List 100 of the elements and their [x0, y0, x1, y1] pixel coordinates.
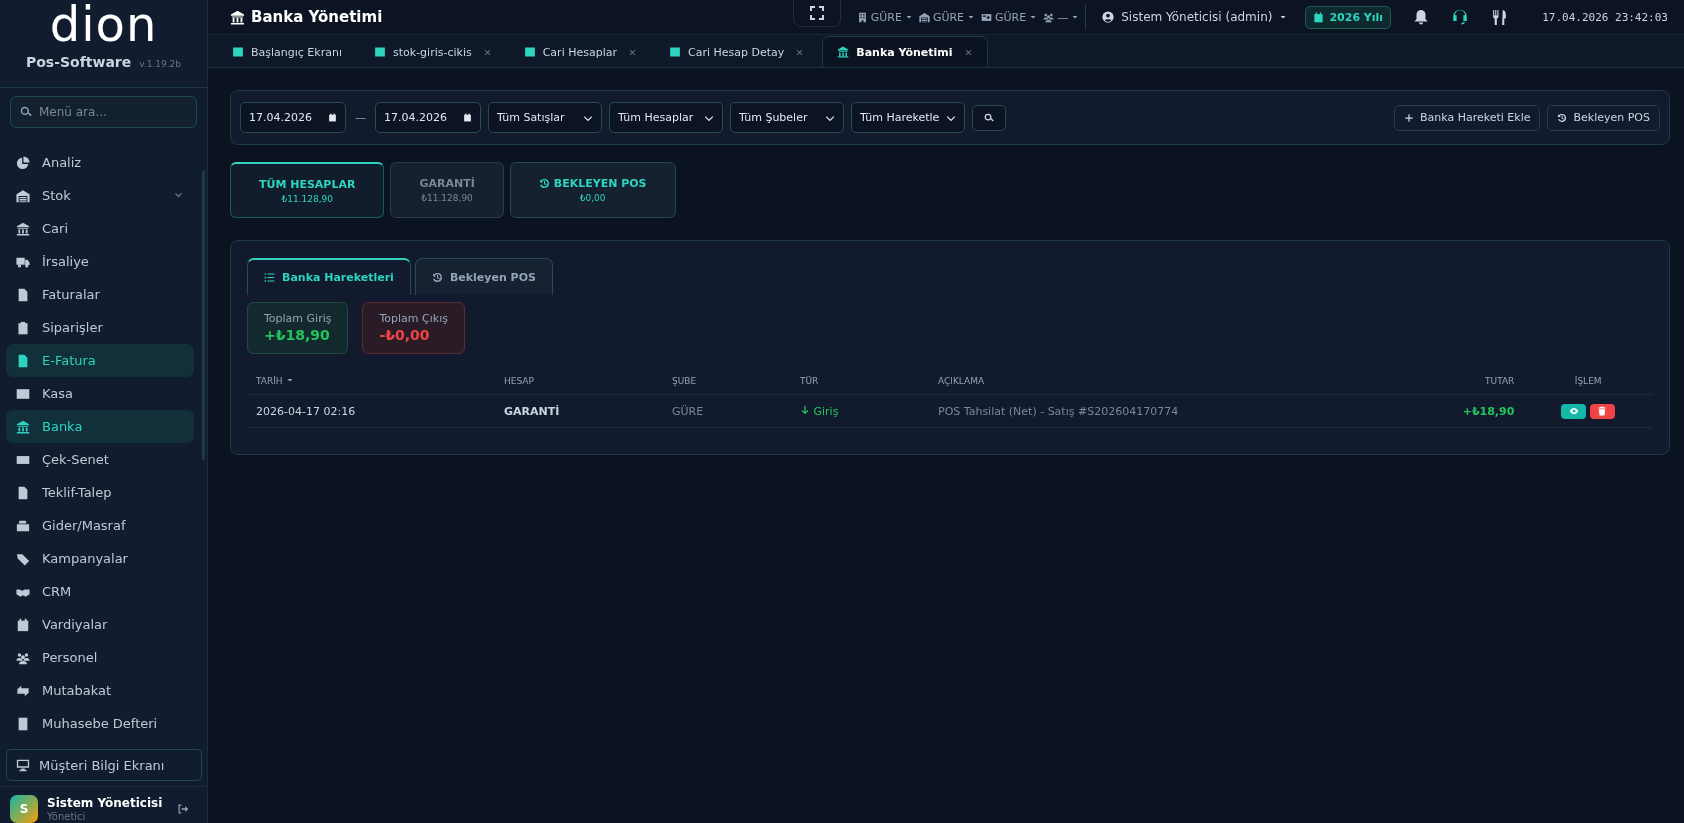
window-icon: [232, 46, 244, 58]
view-button[interactable]: [1561, 403, 1587, 419]
history-icon: [431, 271, 443, 283]
eye-icon: [1568, 406, 1579, 416]
tab[interactable]: Cari Hesap Detay: [655, 37, 819, 67]
headset-icon: [1451, 8, 1470, 26]
account-card[interactable]: GARANTİ ₺11.128,90: [390, 162, 504, 218]
version-label: v.1.19.2b: [139, 59, 182, 69]
table-cell: Giriş: [791, 394, 929, 428]
utensils-icon: [1491, 8, 1509, 26]
user-menu[interactable]: Sistem Yöneticisi (admin): [1096, 9, 1294, 25]
caret-down-icon: [1279, 13, 1288, 21]
account-balance: ₺0,00: [579, 193, 606, 203]
calendar-icon: [328, 113, 337, 122]
sidebar-item[interactable]: Siparişler: [6, 311, 194, 344]
account-card[interactable]: TÜM HESAPLAR ₺11.128,90: [230, 162, 385, 218]
branch-selector[interactable]: GÜRE: [856, 10, 913, 24]
sidebar-item[interactable]: Vardiyalar: [6, 608, 194, 641]
logo: dion: [49, 0, 158, 52]
sidebar-item[interactable]: Muhasebe Defteri: [6, 707, 194, 740]
branch-selector[interactable]: GÜRE: [918, 10, 976, 24]
bank-icon: [16, 419, 30, 434]
sidebar-item[interactable]: Mutabakat: [6, 674, 194, 707]
year-button[interactable]: 2026 Yılı: [1305, 5, 1392, 29]
sidebar-item[interactable]: Stok: [6, 179, 194, 212]
plus-icon: [1403, 112, 1414, 123]
total-value: +₺18,90: [264, 327, 331, 343]
sidebar-item[interactable]: CRM: [6, 575, 194, 608]
caret-down-icon: [904, 13, 913, 21]
sidebar-item[interactable]: Kasa: [6, 377, 194, 410]
tab[interactable]: Cari Hesaplar: [509, 37, 651, 67]
table-cell: 2026-04-17 02:16: [247, 394, 495, 428]
column-header: TUTAR: [1485, 376, 1515, 386]
calendar-icon: [16, 617, 30, 632]
window-icon: [374, 46, 386, 58]
monitor-icon: [16, 758, 30, 772]
user-avatar: S: [10, 795, 38, 823]
warehouse-icon: [16, 188, 30, 203]
sidebar-item[interactable]: Faturalar: [6, 278, 194, 311]
sidebar-item[interactable]: Banka: [6, 410, 194, 443]
user-name: Sistem Yöneticisi: [47, 796, 164, 810]
filter-dropdown[interactable]: Tüm Hareketle: [851, 102, 965, 133]
bank-icon: [230, 9, 245, 25]
bank-icon: [837, 46, 850, 58]
sort-caret-icon: [285, 376, 294, 384]
customer-display-button[interactable]: Müşteri Bilgi Ekranı: [6, 749, 202, 781]
sidebar-item[interactable]: Gider/Masraf: [6, 509, 194, 542]
sidebar-item[interactable]: Personel: [6, 641, 194, 674]
caret-down-icon: [1029, 13, 1038, 21]
tab[interactable]: Banka Hareketleri: [247, 258, 411, 295]
search-button[interactable]: [972, 104, 1006, 131]
clipboard-icon: [16, 320, 30, 335]
user-role: Yönetici: [47, 812, 87, 822]
branch-selector[interactable]: —: [1043, 10, 1080, 24]
branch-selector[interactable]: GÜRE: [981, 10, 1038, 24]
users-icon: [16, 650, 30, 665]
tab[interactable]: Başlangıç Ekranı: [218, 37, 356, 67]
sidebar-item[interactable]: İrsaliye: [6, 245, 194, 278]
tab[interactable]: Bekleyen POS: [414, 258, 553, 295]
total-value: -₺0,00: [379, 327, 431, 343]
tab[interactable]: stok-giris-cikis: [360, 37, 506, 67]
table-cell: +₺18,90: [1397, 394, 1524, 428]
sidebar-item[interactable]: Teklif-Talep: [6, 476, 194, 509]
menu-search-field[interactable]: Menü ara...: [10, 96, 197, 128]
filter-dropdown[interactable]: Tüm Şubeler: [730, 102, 844, 133]
bell-icon: [1413, 9, 1430, 25]
users-icon: [1043, 11, 1055, 23]
sidebar-item[interactable]: Çek-Senet: [6, 443, 194, 476]
app-name: Pos-Software: [25, 54, 132, 70]
date-field[interactable]: 17.04.2026: [375, 102, 481, 133]
sidebar-item[interactable]: Cari: [6, 212, 194, 245]
add-transaction-button[interactable]: Banka Hareketi Ekle: [1393, 104, 1541, 131]
logout-icon: [177, 803, 189, 815]
range-separator: —: [355, 111, 366, 124]
sidebar-item[interactable]: E-Fatura: [6, 344, 194, 377]
warehouse-icon: [918, 11, 930, 23]
exchange-icon: [16, 683, 30, 698]
fullscreen-icon: [808, 4, 825, 21]
page-title: Banka Yönetimi: [251, 8, 383, 26]
pie-chart-icon: [16, 155, 30, 170]
calendar-icon: [463, 113, 472, 122]
account-card[interactable]: BEKLEYEN POS ₺0,00: [509, 162, 676, 218]
pending-pos-button[interactable]: Bekleyen POS: [1547, 104, 1660, 131]
history-icon: [538, 178, 550, 189]
filter-dropdown[interactable]: Tüm Satışlar: [488, 102, 602, 133]
list-icon: [264, 272, 275, 283]
sidebar-item[interactable]: Kampanyalar: [6, 542, 194, 575]
trash-icon: [1597, 406, 1608, 416]
tab[interactable]: Banka Yönetimi: [822, 36, 988, 67]
fullscreen-button[interactable]: [792, 0, 841, 27]
window-icon: [523, 46, 536, 58]
filter-dropdown[interactable]: Tüm Hesaplar: [609, 102, 723, 133]
column-header[interactable]: TARİH: [256, 376, 294, 386]
date-field[interactable]: 17.04.2026: [240, 102, 346, 133]
sidebar-item[interactable]: Analiz: [6, 146, 194, 179]
column-header: TÜR: [800, 376, 819, 386]
history-icon: [1557, 112, 1568, 123]
table-cell: POS Tahsilat (Net) - Satış #S202604170774: [929, 394, 1398, 428]
delete-button[interactable]: [1589, 403, 1615, 419]
account-balance: ₺11.128,90: [421, 193, 473, 203]
